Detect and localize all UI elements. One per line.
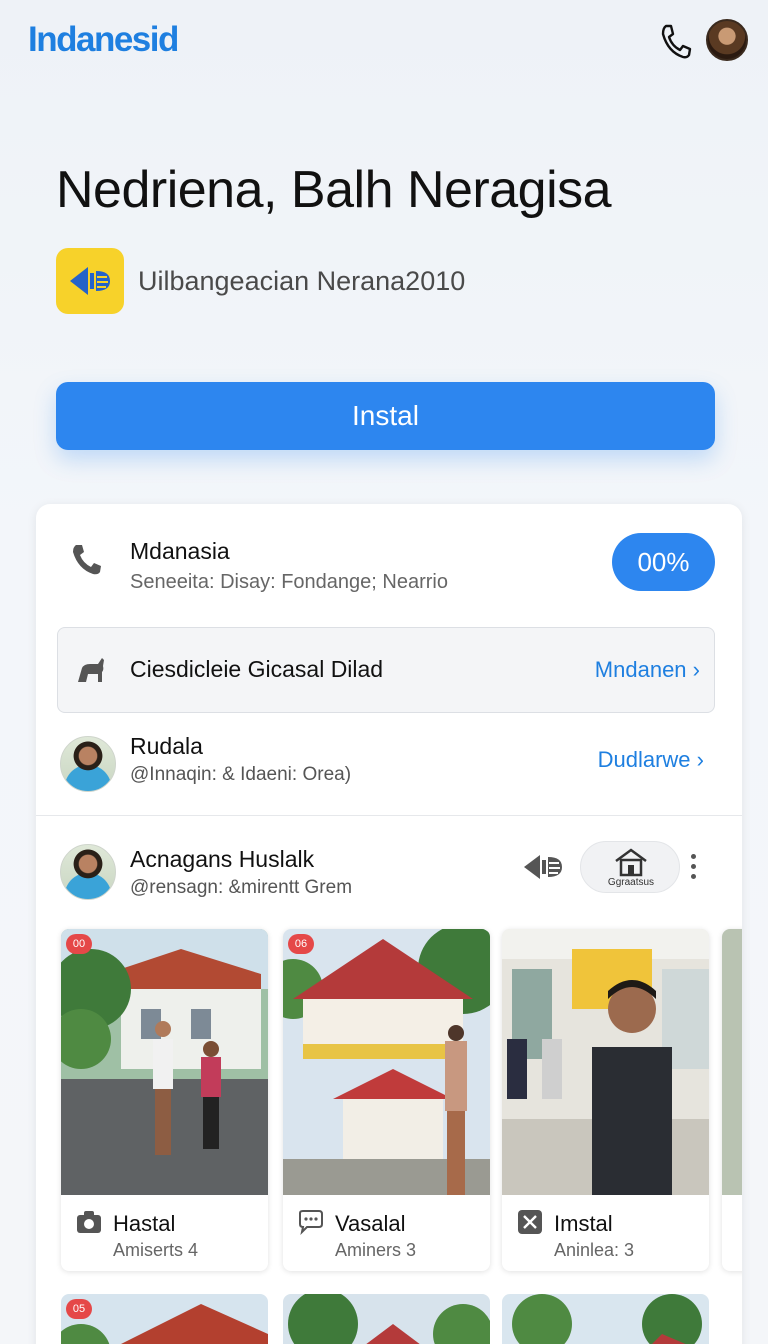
gallery-photo xyxy=(61,1294,268,1344)
post-author-avatar[interactable] xyxy=(60,844,116,900)
tile-title: Hastal xyxy=(113,1211,176,1236)
contact-title: Mdanasia xyxy=(130,538,230,564)
home-pill-button[interactable]: Ggraatsus xyxy=(580,841,680,893)
profile-avatar[interactable] xyxy=(706,19,748,61)
home-pill-label: Ggraatsus xyxy=(607,877,655,888)
gallery-tile-partial[interactable] xyxy=(722,929,742,1271)
camera-icon xyxy=(77,1211,101,1233)
gallery-photo xyxy=(283,929,490,1195)
megaphone-icon[interactable] xyxy=(522,849,566,885)
reviewer-avatar[interactable] xyxy=(60,736,116,792)
tile-subtitle: Amiserts 4 xyxy=(113,1240,199,1260)
category-link-label: Mndanen xyxy=(594,657,687,682)
home-icon xyxy=(615,848,647,877)
reviewer-name: Rudala xyxy=(130,733,203,759)
category-link[interactable]: Mndanen › xyxy=(595,657,700,683)
gallery-photo xyxy=(502,929,709,1195)
contact-subtitle: Seneeita: Disay: Fondange; Nearrio xyxy=(130,571,448,593)
developer-name[interactable]: Uilbangeacian Nerana2010 xyxy=(138,266,465,297)
phone-icon xyxy=(73,545,101,575)
tile-title: Imstal xyxy=(554,1211,613,1236)
gallery-photo xyxy=(722,929,742,1195)
tile-badge: 06 xyxy=(288,934,314,954)
post-author-handle: @rensagn: &mirentt Grem xyxy=(130,877,353,898)
tile-title: Vasalal xyxy=(335,1211,406,1236)
top-bar: Indanesid xyxy=(0,0,768,80)
reviewer-link-label: Dudlarwe xyxy=(597,747,691,772)
gallery-tile[interactable] xyxy=(502,1294,709,1344)
reviewer-link[interactable]: Dudlarwe › xyxy=(598,747,704,773)
category-row[interactable]: Ciesdicleie Gicasal Dilad Mndanen › xyxy=(57,627,715,713)
chevron-right-icon: › xyxy=(696,747,704,772)
animal-icon xyxy=(78,658,104,682)
gallery-photo xyxy=(502,1294,709,1344)
gallery-tile[interactable]: Imstal Aninlea: 3 xyxy=(502,929,709,1271)
gallery-tile[interactable] xyxy=(283,1294,490,1344)
divider xyxy=(36,815,742,816)
percent-badge[interactable]: 00% xyxy=(612,533,715,591)
tile-badge: 05 xyxy=(66,1299,92,1319)
phone-icon[interactable] xyxy=(658,22,692,60)
chevron-right-icon: › xyxy=(692,657,700,682)
post-author-name: Acnagans Huslalk xyxy=(130,846,315,872)
gallery-photo xyxy=(283,1294,490,1344)
close-box-icon xyxy=(518,1210,542,1234)
details-card: Mdanasia Seneeita: Disay: Fondange; Near… xyxy=(36,504,742,1344)
reviewer-handle: @Innaqin: & Idaeni: Orea) xyxy=(130,764,352,785)
more-options-icon[interactable] xyxy=(691,854,697,880)
gallery-tile[interactable]: 05 xyxy=(61,1294,268,1344)
brand-logo[interactable]: Indanesid xyxy=(28,20,179,60)
gallery-tile[interactable]: 06 Vasalal Aminers 3 xyxy=(283,929,490,1271)
install-button[interactable]: Instal xyxy=(56,382,715,450)
gallery-photo xyxy=(61,929,268,1195)
gallery-tile[interactable]: 00 Hastal Amiserts 4 xyxy=(61,929,268,1271)
tile-subtitle: Aminers 3 xyxy=(335,1240,417,1260)
chat-icon xyxy=(299,1210,323,1235)
tile-badge: 00 xyxy=(66,934,92,954)
category-title: Ciesdicleie Gicasal Dilad xyxy=(130,656,384,682)
developer-logo-icon xyxy=(56,248,124,314)
tile-subtitle: Aninlea: 3 xyxy=(554,1240,635,1260)
app-title: Nedriena, Balh Neragisa xyxy=(56,161,612,219)
